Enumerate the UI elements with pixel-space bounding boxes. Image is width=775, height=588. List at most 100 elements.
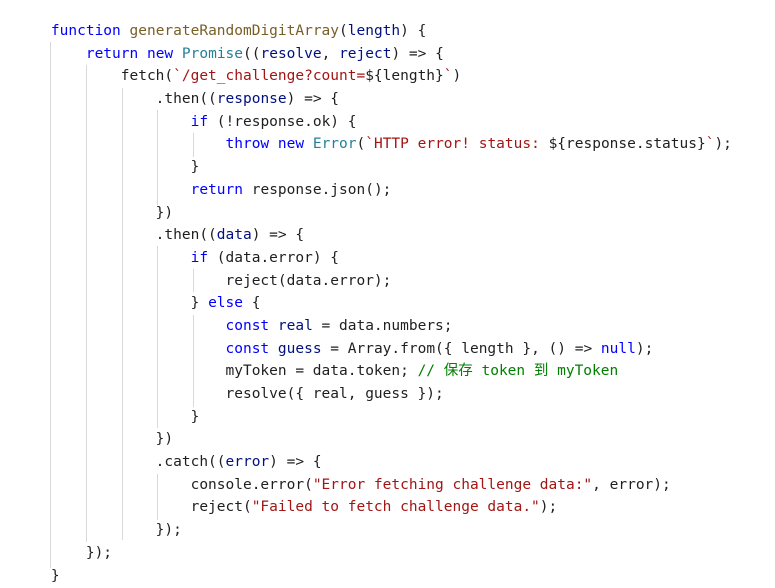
code-line: .then((response) => { xyxy=(16,88,732,111)
code-line: .catch((error) => { xyxy=(16,451,732,474)
code-line: fetch(`/get_challenge?count=${length}`) xyxy=(16,65,732,88)
code-token: = data.numbers; xyxy=(312,317,453,334)
code-token: ) => { xyxy=(391,45,444,62)
code-token: resolve xyxy=(260,45,322,62)
code-line: } xyxy=(16,156,732,179)
code-token: return xyxy=(85,45,139,62)
code-line: return new Promise((resolve, reject) => … xyxy=(16,43,732,66)
code-line: }) xyxy=(16,428,732,451)
code-token: } xyxy=(16,295,209,312)
code-token: (!response.ok) { xyxy=(208,113,357,130)
code-line: .then((data) => { xyxy=(16,224,732,247)
code-token: function xyxy=(50,23,121,39)
code-line: } else { xyxy=(16,292,732,315)
code-token: ) => { xyxy=(269,454,322,471)
code-token: "Error fetching challenge data:" xyxy=(312,476,593,493)
code-token: if xyxy=(190,249,209,266)
code-token: }); xyxy=(16,522,182,539)
code-token: { xyxy=(242,295,261,312)
code-token: new xyxy=(277,136,305,153)
code-line: if (data.error) { xyxy=(16,247,732,270)
code-token: reject(data.error); xyxy=(16,272,392,289)
code-token: ); xyxy=(635,340,654,357)
code-token: return xyxy=(190,181,243,198)
code-token: .catch(( xyxy=(16,454,226,471)
code-token: `HTTP error! status: xyxy=(365,136,549,153)
code-token: ${response.status} xyxy=(548,136,706,153)
code-token: response.json(); xyxy=(243,181,392,198)
code-token: null xyxy=(600,340,636,357)
code-token: , xyxy=(321,45,340,62)
code-token: (( xyxy=(243,45,261,62)
code-token: } xyxy=(16,567,60,584)
code-token: Error xyxy=(312,136,357,153)
code-token: ) => { xyxy=(251,227,305,244)
code-token: response xyxy=(216,91,287,108)
code-token: new xyxy=(146,45,174,62)
code-token: fetch( xyxy=(16,68,174,85)
code-line: }) xyxy=(16,202,732,225)
code-token: ) xyxy=(452,68,462,85)
code-token: length xyxy=(347,23,401,39)
code-token: guess xyxy=(277,340,322,357)
code-token: const xyxy=(225,340,270,357)
code-line: return response.json(); xyxy=(16,179,732,202)
code-line: console.error("Error fetching challenge … xyxy=(16,474,732,497)
code-line: myToken = data.token; // 保存 token 到 myTo… xyxy=(16,360,732,383)
code-line: }); xyxy=(16,542,732,565)
code-token: ` xyxy=(443,68,453,85)
code-token: = Array.from({ length }, () => xyxy=(321,340,601,357)
code-line: const real = data.numbers; xyxy=(16,315,732,338)
code-token: generateRandomDigitArray xyxy=(129,23,340,39)
code-token: ( xyxy=(339,23,348,39)
code-line: resolve({ real, guess }); xyxy=(16,383,732,406)
code-token: ); xyxy=(539,499,558,516)
code-token: ) { xyxy=(400,23,427,39)
code-line: }); xyxy=(16,519,732,542)
code-token: ( xyxy=(356,136,366,153)
code-editor[interactable]: function generateRandomDigitArray(length… xyxy=(0,0,775,588)
code-token: }); xyxy=(16,544,113,561)
code-token: } xyxy=(16,408,200,425)
code-token: (data.error) { xyxy=(208,249,340,266)
code-token: `/get_challenge?count= xyxy=(173,68,366,85)
code-token: data xyxy=(216,227,252,244)
code-token: resolve({ real, guess }); xyxy=(16,386,444,402)
code-block: function generateRandomDigitArray(length… xyxy=(16,20,732,587)
code-line: } xyxy=(16,406,732,429)
code-token: real xyxy=(277,317,313,334)
code-token: ${length} xyxy=(365,68,444,85)
code-token: error xyxy=(225,454,270,471)
code-line: const guess = Array.from({ length }, () … xyxy=(16,338,732,361)
code-line: reject("Failed to fetch challenge data."… xyxy=(16,496,732,519)
code-token: "Failed to fetch challenge data." xyxy=(251,499,540,516)
code-token: }) xyxy=(16,431,174,448)
code-line: if (!response.ok) { xyxy=(16,111,732,134)
code-token: ) => { xyxy=(286,91,340,108)
code-token: .then(( xyxy=(16,227,217,244)
code-token: reject( xyxy=(16,499,252,516)
code-token: Promise xyxy=(181,45,244,62)
code-line: reject(data.error); xyxy=(16,270,732,293)
code-token: throw xyxy=(225,136,270,153)
code-token: myToken = data.token; xyxy=(16,363,418,380)
code-token: ); xyxy=(714,136,732,153)
code-token: } xyxy=(16,159,200,176)
code-line: function generateRandomDigitArray(length… xyxy=(16,20,732,43)
code-token: , error); xyxy=(592,476,671,493)
code-line: throw new Error(`HTTP error! status: ${r… xyxy=(16,133,732,156)
